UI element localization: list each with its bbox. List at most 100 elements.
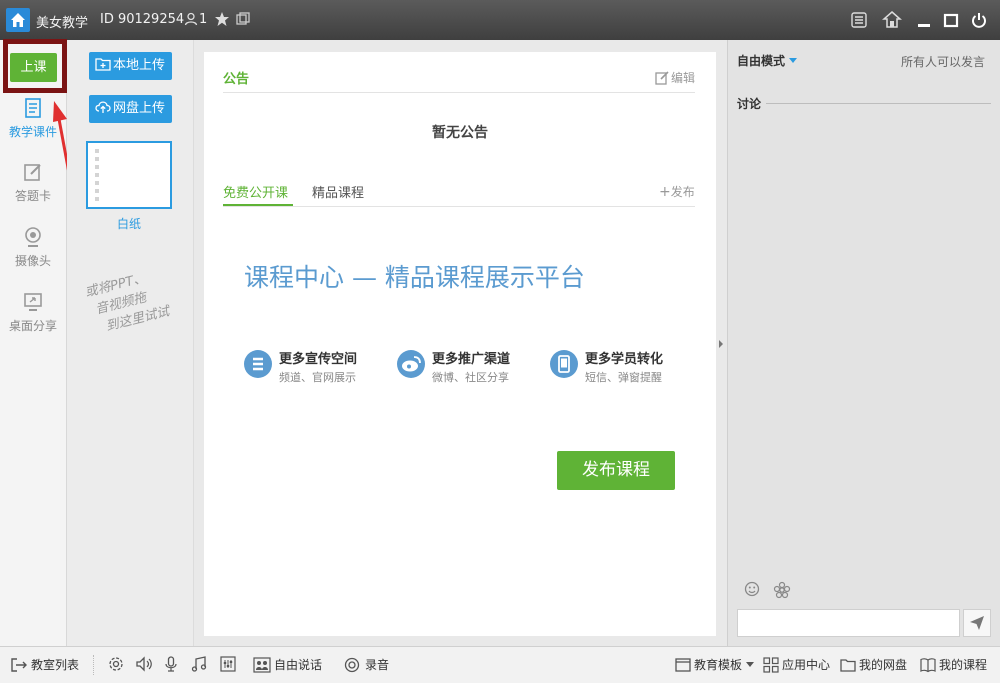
start-class-button[interactable]: 上课: [10, 53, 57, 82]
music-button[interactable]: [191, 656, 210, 672]
courseware-icon: [25, 98, 41, 118]
nav-desktop-share-label: 桌面分享: [8, 319, 57, 333]
mode-label: 自由模式: [737, 54, 786, 68]
notice-edit-label: 编辑: [671, 71, 696, 85]
blank-slide-thumbnail[interactable]: [86, 141, 172, 209]
publish-link-label: 发布: [670, 185, 695, 199]
chat-input[interactable]: [737, 609, 960, 637]
room-list-button[interactable]: 教室列表: [10, 656, 79, 673]
my-courses-label: 我的课程: [939, 658, 988, 672]
discussion-title: 讨论: [737, 97, 762, 111]
drag-hint: 或将PPT、 音视频拖 到这里试试: [83, 260, 194, 339]
microphone-icon: [165, 656, 177, 672]
settings-button[interactable]: [108, 656, 127, 672]
main-panel: 公告 编辑 暂无公告 免费公开课 精品课程 +发布 课程中心 — 精品课程展示平…: [204, 52, 716, 636]
mixer-button[interactable]: [220, 656, 239, 672]
copy-icon[interactable]: [236, 12, 250, 29]
record-label: 录音: [365, 658, 390, 672]
my-courses-button[interactable]: 我的课程: [920, 656, 987, 673]
title-bar: 美女教学 ID 90129254 1: [0, 0, 1000, 40]
edit-icon: [24, 164, 41, 181]
maximize-icon[interactable]: [943, 12, 959, 31]
cloud-upload-button[interactable]: 网盘上传: [89, 95, 172, 123]
app-name: 美女教学: [36, 16, 89, 31]
chat-panel: 自由模式 所有人可以发言 讨论: [727, 40, 1000, 646]
permission-text: 所有人可以发言: [901, 55, 986, 69]
bottom-toolbar: 教室列表 自由说话 录音 教育模板 应用中心 我的网盘 我的课程: [0, 646, 1000, 683]
skin-icon[interactable]: [882, 10, 902, 33]
record-icon: [344, 657, 360, 672]
nav-camera-label: 摄像头: [14, 254, 51, 268]
folder-icon: [840, 658, 856, 672]
blank-slide-label: 白纸: [116, 217, 141, 231]
gear-icon: [109, 657, 123, 671]
toolbar-separator: [93, 655, 95, 675]
template-label: 教育模板: [694, 658, 743, 672]
mode-dropdown[interactable]: 自由模式: [737, 52, 798, 69]
notice-title: 公告: [223, 72, 250, 87]
flower-icon[interactable]: [773, 581, 791, 602]
nav-camera[interactable]: 摄像头: [0, 227, 66, 269]
music-icon: [191, 656, 207, 672]
feature-title: 更多推广渠道: [432, 352, 511, 367]
chevron-down-icon: [746, 661, 755, 667]
my-disk-label: 我的网盘: [859, 658, 908, 672]
free-talk-label: 自由说话: [274, 658, 323, 672]
emoji-icon[interactable]: [744, 581, 762, 602]
template-dropdown[interactable]: 教育模板: [675, 656, 757, 673]
tabs-divider: [223, 206, 695, 207]
course-center-headline: 课程中心 — 精品课程展示平台: [244, 263, 585, 292]
feature-subtitle: 频道、官网展示: [279, 371, 356, 384]
settings-list-icon[interactable]: [850, 11, 868, 32]
speaker-button[interactable]: [135, 656, 156, 672]
app-center-label: 应用中心: [782, 658, 831, 672]
feature-title: 更多学员转化: [585, 352, 664, 367]
tab-free-course[interactable]: 免费公开课: [223, 182, 288, 201]
notice-divider: [223, 92, 695, 93]
local-upload-button[interactable]: 本地上传: [89, 52, 172, 80]
speaker-icon: [136, 656, 152, 672]
courseware-panel: 本地上传 网盘上传 白纸 或将PPT、 音视频拖 到这里试试: [67, 40, 194, 646]
exit-icon: [11, 657, 27, 672]
binding-dots: [95, 149, 99, 201]
chevron-down-icon: [789, 57, 798, 63]
camera-icon: [25, 227, 41, 247]
send-button[interactable]: [963, 609, 991, 637]
phone-icon: [550, 350, 578, 378]
microphone-button[interactable]: [164, 656, 181, 672]
home-icon[interactable]: [6, 8, 30, 32]
weibo-icon: [397, 350, 425, 378]
discussion-divider: [766, 103, 991, 104]
user-icon: [184, 12, 198, 29]
group-talk-icon: [253, 656, 271, 673]
user-count: 1: [199, 12, 208, 27]
folder-plus-icon: [95, 58, 111, 71]
plus-icon: +: [659, 184, 671, 200]
feature-title: 更多宣传空间: [279, 352, 358, 367]
room-list-label: 教室列表: [31, 658, 80, 672]
send-icon: [970, 616, 984, 630]
list-icon: [244, 350, 272, 378]
tab-premium-course[interactable]: 精品课程: [312, 182, 364, 201]
book-icon: [920, 657, 936, 672]
template-icon: [675, 657, 691, 672]
notice-edit-link[interactable]: 编辑: [655, 69, 695, 86]
collapse-arrow-icon[interactable]: [717, 338, 725, 353]
nav-desktop-share[interactable]: 桌面分享: [0, 292, 66, 334]
publish-course-button[interactable]: 发布课程: [557, 451, 675, 490]
minimize-icon[interactable]: [917, 12, 931, 31]
publish-link[interactable]: +发布: [659, 183, 695, 200]
local-upload-label: 本地上传: [113, 58, 166, 73]
app-center-button[interactable]: 应用中心: [763, 656, 830, 673]
room-id: ID 90129254: [100, 12, 185, 27]
mixer-icon: [220, 656, 236, 672]
cloud-upload-icon: [95, 101, 111, 113]
power-icon[interactable]: [970, 11, 988, 32]
feature-subtitle: 短信、弹窗提醒: [585, 371, 662, 384]
star-icon[interactable]: [214, 11, 230, 30]
free-talk-button[interactable]: 自由说话: [253, 656, 322, 673]
my-disk-button[interactable]: 我的网盘: [840, 656, 907, 673]
notice-empty-text: 暂无公告: [432, 125, 488, 141]
record-button[interactable]: 录音: [344, 656, 389, 673]
cloud-upload-label: 网盘上传: [113, 101, 166, 116]
